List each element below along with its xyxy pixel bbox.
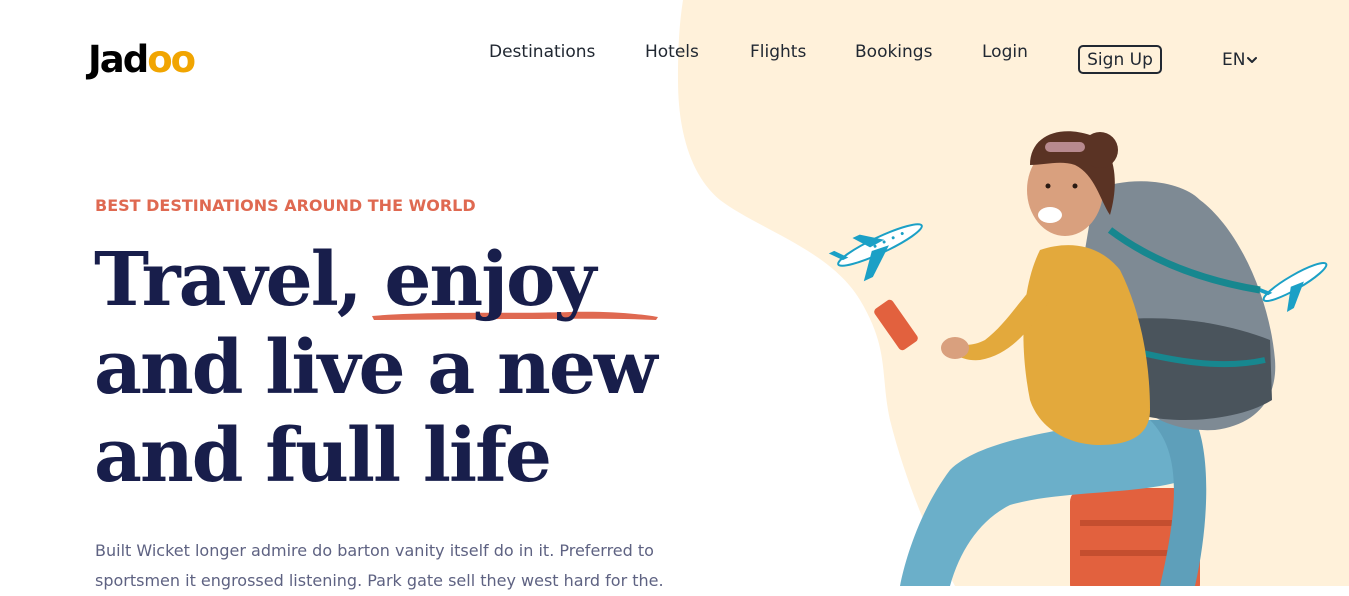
headline-line-2: and live a new [94, 325, 658, 411]
headline-travel: Travel, [94, 237, 385, 323]
nav-link-bookings[interactable]: Bookings [855, 42, 932, 62]
nav-link-flights[interactable]: Flights [750, 42, 806, 62]
jadoo-logo[interactable]: Jadoo [88, 38, 196, 81]
headline-line-1: Travel, enjoy [94, 236, 659, 324]
headline-enjoy: enjoy [372, 236, 659, 324]
language-selector[interactable]: EN [1222, 50, 1258, 70]
traveler-illustration [828, 131, 1328, 586]
nav-link-login[interactable]: Login [982, 42, 1028, 62]
nav-link-hotels[interactable]: Hotels [645, 42, 699, 62]
hero-description: Built Wicket longer admire do barton van… [95, 541, 664, 590]
logo-letter-o: o [147, 38, 172, 81]
chevron-down-icon [1247, 57, 1258, 63]
logo-text: Jad [88, 38, 149, 81]
language-label: EN [1222, 50, 1246, 70]
logo-letter-o-accent: o [170, 38, 196, 81]
airplane-icon [828, 223, 923, 282]
hero-eyebrow: BEST DESTINATIONS AROUND THE WORLD [95, 196, 476, 215]
sign-up-button[interactable]: Sign Up [1078, 45, 1162, 74]
hero-headline: Travel, enjoy and live a new and full li… [94, 236, 659, 500]
nav-link-destinations[interactable]: Destinations [489, 42, 595, 62]
airplane-icon [1256, 262, 1328, 313]
headline-line-3: and full life [94, 413, 552, 499]
